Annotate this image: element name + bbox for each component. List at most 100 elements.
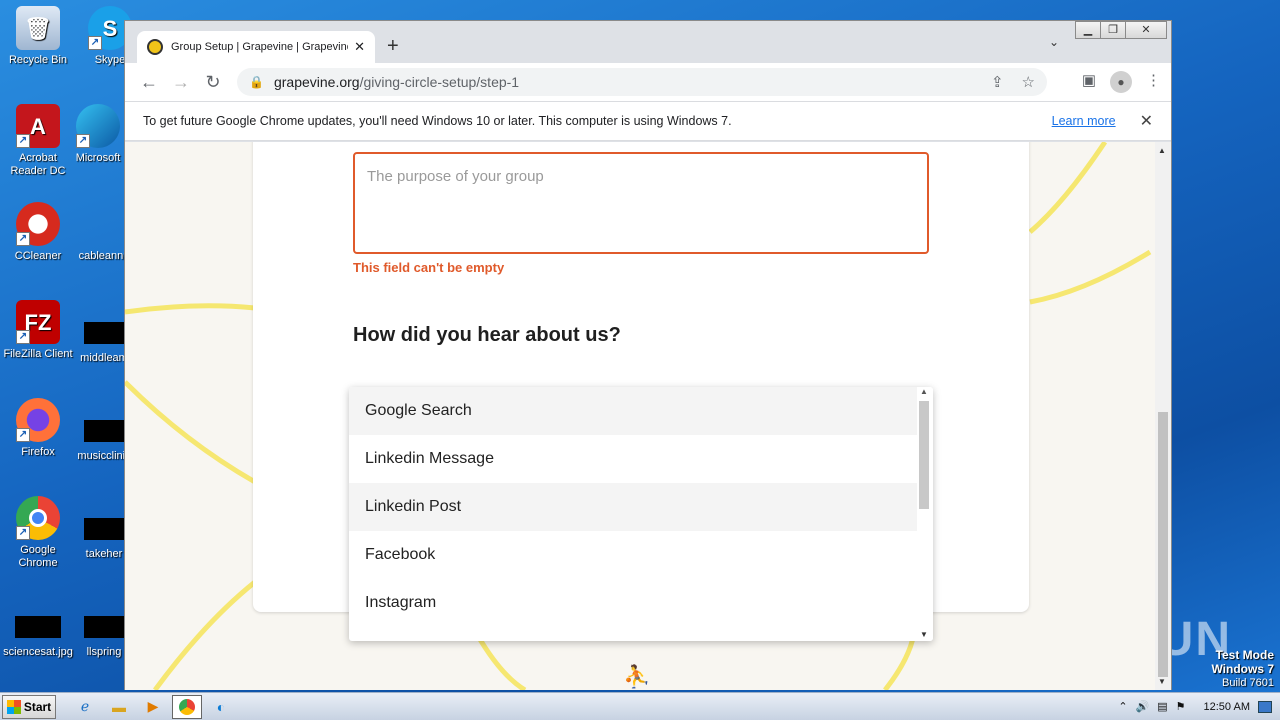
taskbar-edge-icon[interactable]: ◐ <box>206 695 236 719</box>
deco-stroke <box>125 303 256 315</box>
browser-tab[interactable]: Group Setup | Grapevine | Grapevine ✕ <box>137 31 375 63</box>
page-scrollbar[interactable]: ▲ ▼ <box>1155 142 1171 690</box>
back-arrow-icon[interactable]: ← <box>133 72 165 93</box>
filezilla-icon: FZ ↗ <box>16 300 60 344</box>
dropdown-option-instagram[interactable]: Instagram <box>349 579 917 627</box>
taskbar-chrome-icon[interactable] <box>172 694 202 719</box>
start-label: Start <box>23 699 52 714</box>
test-mode-notice: Test Mode Windows 7 Build 7601 <box>1211 648 1274 690</box>
system-tray: ⌃ 🔊 ▤ ⚑ 12:50 AM <box>1118 700 1280 713</box>
taskbar: Start ℯ ▬ ▶ ◐ ⌃ 🔊 ▤ ⚑ 12:50 AM <box>0 692 1280 720</box>
tab-search-chevron-icon[interactable]: ⌄ <box>1049 35 1059 49</box>
new-tab-button[interactable]: + <box>387 35 399 58</box>
reload-icon[interactable]: ↻ <box>197 72 229 93</box>
media-player-icon[interactable]: ▶ <box>138 695 168 719</box>
dropdown-option-linkedin-post[interactable]: Linkedin Post <box>349 483 917 531</box>
dropdown-option-linkedin-message[interactable]: Linkedin Message <box>349 435 917 483</box>
window-controls: ▁ ❐ ✕ <box>1075 21 1167 39</box>
file-icon <box>84 518 124 540</box>
tab-title: Group Setup | Grapevine | Grapevine <box>171 41 349 53</box>
referral-source-dropdown-list[interactable]: Google Search Linkedin Message Linkedin … <box>349 387 933 641</box>
field-error-message: This field can't be empty <box>353 260 505 275</box>
explorer-folder-icon[interactable]: ▬ <box>104 695 134 719</box>
side-panel-icon[interactable]: ▣ <box>1082 71 1096 93</box>
menu-kebab-icon[interactable]: ⋮ <box>1146 71 1161 93</box>
ccleaner-icon: ↗ <box>16 202 60 246</box>
browser-window: ▁ ❐ ✕ Group Setup | Grapevine | Grapevin… <box>124 20 1172 690</box>
desktop-icon-label: Recycle Bin <box>8 54 68 66</box>
deco-stroke <box>152 580 257 690</box>
desktop-icon-firefox[interactable]: ↗ Firefox <box>0 398 76 459</box>
file-icon <box>84 420 124 442</box>
internet-explorer-icon[interactable]: ℯ <box>70 695 100 719</box>
desktop-icon-label: llspring <box>86 646 122 658</box>
minimize-button[interactable]: ▁ <box>1075 21 1101 39</box>
tray-expand-icon[interactable]: ⌃ <box>1118 700 1127 713</box>
desktop-icon-label: Firefox <box>21 446 55 458</box>
page-scroll-thumb[interactable] <box>1158 412 1168 677</box>
deco-stroke <box>1029 249 1152 305</box>
network-icon[interactable]: ▤ <box>1157 700 1167 713</box>
desktop-icon-filezilla[interactable]: FZ ↗ FileZilla Client <box>0 300 76 361</box>
infobar-close-icon[interactable]: ✕ <box>1140 111 1153 131</box>
chrome-icon: ↗ <box>16 496 60 540</box>
scroll-down-arrow-icon[interactable]: ▼ <box>920 630 928 639</box>
file-icon <box>84 616 124 638</box>
desktop-icon-sciencesat[interactable]: sciencesat.jpg <box>0 604 76 659</box>
page-scroll-down-icon[interactable]: ▼ <box>1158 677 1166 686</box>
learn-more-link[interactable]: Learn more <box>1052 114 1116 128</box>
start-button[interactable]: Start <box>2 694 56 719</box>
restore-button[interactable]: ❐ <box>1100 21 1126 39</box>
dropdown-option-facebook[interactable]: Facebook <box>349 531 917 579</box>
grapevine-mascot-icon: ⛹ <box>623 664 651 689</box>
referral-question-heading: How did you hear about us? <box>353 324 621 346</box>
desktop-icon-label: Microsoft <box>75 152 121 164</box>
desktop-icon-label: FileZilla Client <box>3 348 73 360</box>
option-label: Instagram <box>365 594 437 611</box>
test-mode-line1: Test Mode <box>1215 648 1274 662</box>
desktop-icon-label: Skype <box>94 54 126 66</box>
desktop-icon-label: cableannu <box>78 250 130 262</box>
firefox-icon: ↗ <box>16 398 60 442</box>
volume-icon[interactable]: 🔊 <box>1136 700 1150 713</box>
window-close-button[interactable]: ✕ <box>1125 21 1167 39</box>
grapevine-favicon-icon <box>147 39 163 55</box>
desktop-icon-chrome[interactable]: ↗ Google Chrome <box>0 496 76 570</box>
scroll-up-arrow-icon[interactable]: ▲ <box>920 387 928 396</box>
deco-stroke <box>125 380 257 485</box>
file-icon <box>82 202 126 246</box>
file-icon <box>84 322 124 344</box>
desktop-icon-label: Acrobat Reader DC <box>10 152 66 177</box>
desktop-icon-recycle-bin[interactable]: 🗑 Recycle Bin <box>0 6 76 67</box>
dropdown-scrollbar[interactable]: ▲ ▼ <box>917 387 933 641</box>
dropdown-scroll-thumb[interactable] <box>919 401 929 509</box>
purpose-placeholder: The purpose of your group <box>367 168 544 185</box>
update-infobar: To get future Google Chrome updates, you… <box>125 101 1171 141</box>
infobar-message: To get future Google Chrome updates, you… <box>143 114 732 128</box>
share-icon[interactable]: ⇪ <box>991 73 1004 91</box>
tab-close-icon[interactable]: ✕ <box>354 39 365 55</box>
page-viewport: The purpose of your group This field can… <box>125 142 1155 690</box>
clock[interactable]: 12:50 AM <box>1204 701 1250 713</box>
bookmark-star-icon[interactable]: ☆ <box>1022 73 1035 91</box>
acrobat-icon: A ↗ <box>16 104 60 148</box>
desktop-icon-label: takeher <box>85 548 123 560</box>
recycle-bin-icon: 🗑 <box>16 6 60 50</box>
group-purpose-textarea[interactable]: The purpose of your group <box>353 152 929 254</box>
windows-logo-icon <box>6 699 21 714</box>
desktop-icon-label: musicclinic <box>77 450 131 462</box>
option-label: Google Search <box>365 402 472 419</box>
profile-avatar-icon[interactable]: ● <box>1110 71 1132 93</box>
show-desktop-icon[interactable] <box>1258 700 1272 713</box>
deco-stroke <box>1028 142 1108 234</box>
desktop-icon-label: sciencesat.jpg <box>3 646 73 658</box>
address-bar[interactable]: 🔒 grapevine.org/giving-circle-setup/step… <box>237 68 1047 96</box>
option-label: Linkedin Message <box>365 450 494 467</box>
test-mode-line3: Build 7601 <box>1222 677 1274 689</box>
desktop-icon-ccleaner[interactable]: ↗ CCleaner <box>0 202 76 263</box>
page-scroll-up-icon[interactable]: ▲ <box>1158 146 1166 155</box>
dropdown-option-google-search[interactable]: Google Search <box>349 387 917 435</box>
image-file-icon <box>15 616 61 638</box>
action-center-flag-icon[interactable]: ⚑ <box>1176 700 1186 713</box>
forward-arrow-icon[interactable]: → <box>165 72 197 93</box>
